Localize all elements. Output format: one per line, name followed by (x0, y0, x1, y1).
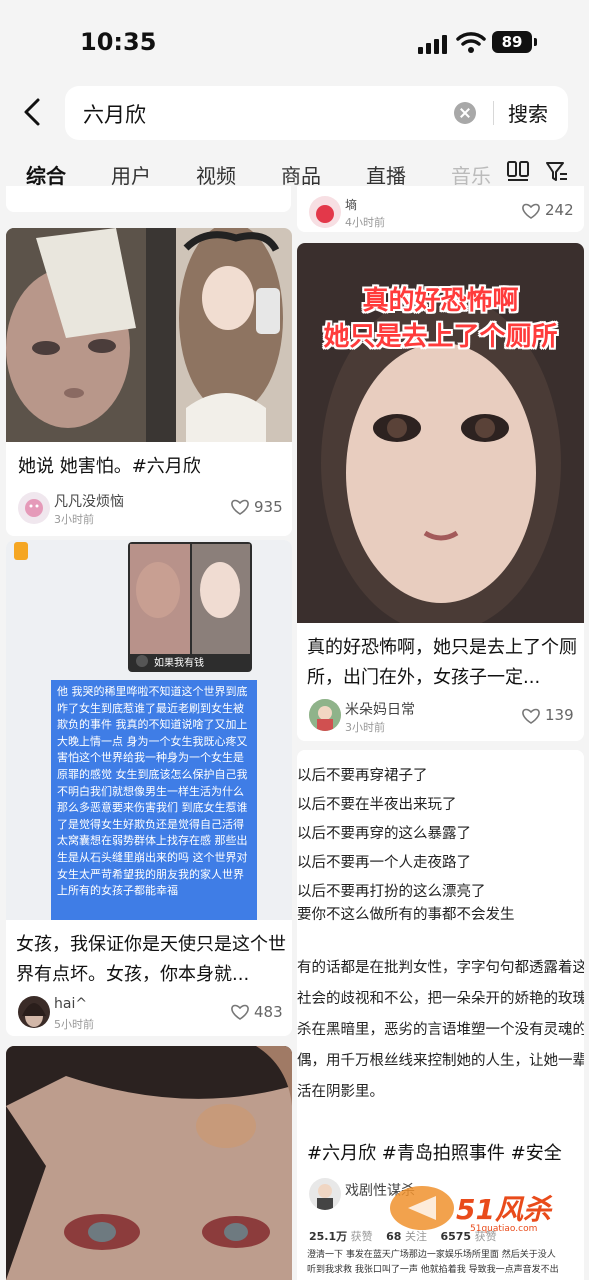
text-line: 活在阴影里。 (297, 1084, 384, 1100)
search-bar: 搜索 (65, 86, 568, 140)
like-count: 483 (254, 1003, 283, 1021)
post-time: 3小时前 (54, 513, 94, 526)
text-line: 杀在黑暗里，恶劣的言语堆塑一个没有灵魂的 (297, 1022, 584, 1038)
feed-card[interactable]: 真的好恐怖啊 她只是去上了个厕所 真的好恐怖啊，她只是去上了个厕所，出门在外，女… (297, 243, 584, 741)
post-author[interactable]: 墒 (345, 196, 357, 213)
heart-icon[interactable] (230, 498, 250, 516)
tab-music[interactable]: 音乐 (451, 160, 491, 189)
post-author[interactable]: 米朵妈日常 (345, 699, 415, 719)
feed-card-partial[interactable]: 墒 4小时前 242 (297, 186, 584, 232)
post-image-selfie (146, 228, 292, 442)
image-overlay-text: 真的好恐怖啊 她只是去上了个厕所 (297, 283, 584, 355)
heart-icon[interactable] (230, 1003, 250, 1021)
post-image-injured-closeup (6, 1046, 292, 1280)
cellular-signal-icon (418, 34, 448, 54)
battery-indicator: 89 (492, 31, 537, 53)
tab-products[interactable]: 商品 (281, 160, 321, 189)
video-overlay-text: 如果我有钱 (154, 658, 204, 669)
feed-card[interactable]: 她说 她害怕。#六月欣 凡凡没烦恼 3小时前 935 (6, 228, 292, 536)
grid-layout-icon[interactable] (506, 160, 530, 182)
search-button[interactable]: 搜索 (508, 98, 548, 127)
text-line: 有的话都是在批判女性，字字句句都透露着这 (297, 960, 584, 976)
post-image-injured (6, 228, 146, 442)
heart-icon[interactable] (521, 202, 541, 220)
watermark-text: 51风杀 (456, 1193, 551, 1226)
tab-live[interactable]: 直播 (366, 160, 406, 189)
text-line: 偶，用千万根丝线来控制她的人生，让她一辈 (297, 1053, 584, 1069)
post-time: 3小时前 (345, 721, 385, 734)
post-image-screenshot: 如果我有钱 他 我哭的稀里哗啦不知道这个世界到底咋了女生到底惹谁了最近老刷到女生… (6, 540, 292, 920)
post-author[interactable]: 凡凡没烦恼 (54, 491, 124, 511)
image-overlay-line: 真的好恐怖啊 (362, 286, 519, 316)
avatar[interactable] (18, 492, 50, 524)
clock: 10:35 (80, 28, 157, 56)
post-caption: #六月欣 #青岛拍照事件 #安全 (307, 1143, 562, 1164)
comment-preview: 澄清一下 事发在蓝天广场那边一家娱乐场所里面 然后关于没人 听到我求救 我张口叫… (307, 1248, 559, 1278)
tab-videos[interactable]: 视频 (196, 160, 236, 189)
wifi-icon (456, 32, 486, 53)
filter-icon[interactable] (545, 160, 569, 184)
post-image-text: 以后不要再穿裙子了 以后不要在半夜出来玩了 以后不要再穿的这么暴露了 以后不要再… (297, 750, 584, 1130)
text-line: 以后不要再一个人走夜路了 (297, 855, 471, 871)
like-count: 139 (545, 706, 574, 724)
post-caption: 真的好恐怖啊，她只是去上了个厕所，出门在外，女孩子一定... (307, 637, 577, 688)
chat-bubble: 他 我哭的稀里哗啦不知道这个世界到底咋了女生到底惹谁了最近老刷到女生被欺负的事件… (51, 680, 257, 920)
tab-users[interactable]: 用户 (111, 160, 151, 189)
image-overlay-line: 她只是去上了个厕所 (323, 322, 558, 352)
post-caption: 她说 她害怕。#六月欣 (18, 456, 201, 477)
feed-card[interactable]: 如果我有钱 他 我哭的稀里哗啦不知道这个世界到底咋了女生到底惹谁了最近老刷到女生… (6, 540, 292, 1036)
text-line: 以后不要再穿裙子了 (297, 768, 428, 784)
avatar[interactable] (309, 1178, 341, 1210)
status-bar: 10:35 89 (0, 0, 589, 86)
search-divider (493, 101, 494, 125)
post-time: 4小时前 (345, 216, 385, 229)
avatar[interactable] (309, 699, 341, 731)
post-time: 5小时前 (54, 1018, 94, 1031)
heart-icon[interactable] (521, 707, 541, 725)
tab-all[interactable]: 综合 (26, 160, 66, 189)
stat-label: 获赞 (350, 1230, 373, 1243)
feed-card-partial[interactable] (6, 186, 291, 212)
feed-card[interactable] (6, 1046, 292, 1280)
stat-value: 25.1万 (309, 1230, 348, 1243)
comment-line: 听到我求救 我张口叫了一声 他就掐着我 导致我一点声音发不出 (307, 1265, 559, 1275)
comment-line: 澄清一下 事发在蓝天广场那边一家娱乐场所里面 然后关于没人 (307, 1250, 556, 1260)
text-line: 要你不这么做所有的事都不会发生 (297, 907, 515, 923)
avatar[interactable] (18, 996, 50, 1028)
post-caption: 女孩，我保证你是天使只是这个世界有点坏。女孩，你本身就... (16, 934, 286, 985)
text-line: 以后不要再穿的这么暴露了 (297, 826, 471, 842)
post-image-portrait: 真的好恐怖啊 她只是去上了个厕所 (297, 243, 584, 623)
clear-icon[interactable] (454, 102, 476, 124)
back-arrow-icon[interactable] (14, 92, 50, 132)
text-line: 以后不要在半夜出来玩了 (297, 797, 457, 813)
text-line: 社会的歧视和不公，把一朵朵开的娇艳的玫瑰 (297, 991, 584, 1007)
search-input[interactable] (81, 94, 445, 134)
post-author[interactable]: hai^ (54, 996, 87, 1012)
text-line: 以后不要再打扮的这么漂亮了 (297, 884, 486, 900)
avatar[interactable] (309, 196, 341, 228)
watermark-url: 51quatiao.com (470, 1224, 538, 1234)
like-count: 935 (254, 498, 283, 516)
like-count: 242 (545, 201, 574, 219)
